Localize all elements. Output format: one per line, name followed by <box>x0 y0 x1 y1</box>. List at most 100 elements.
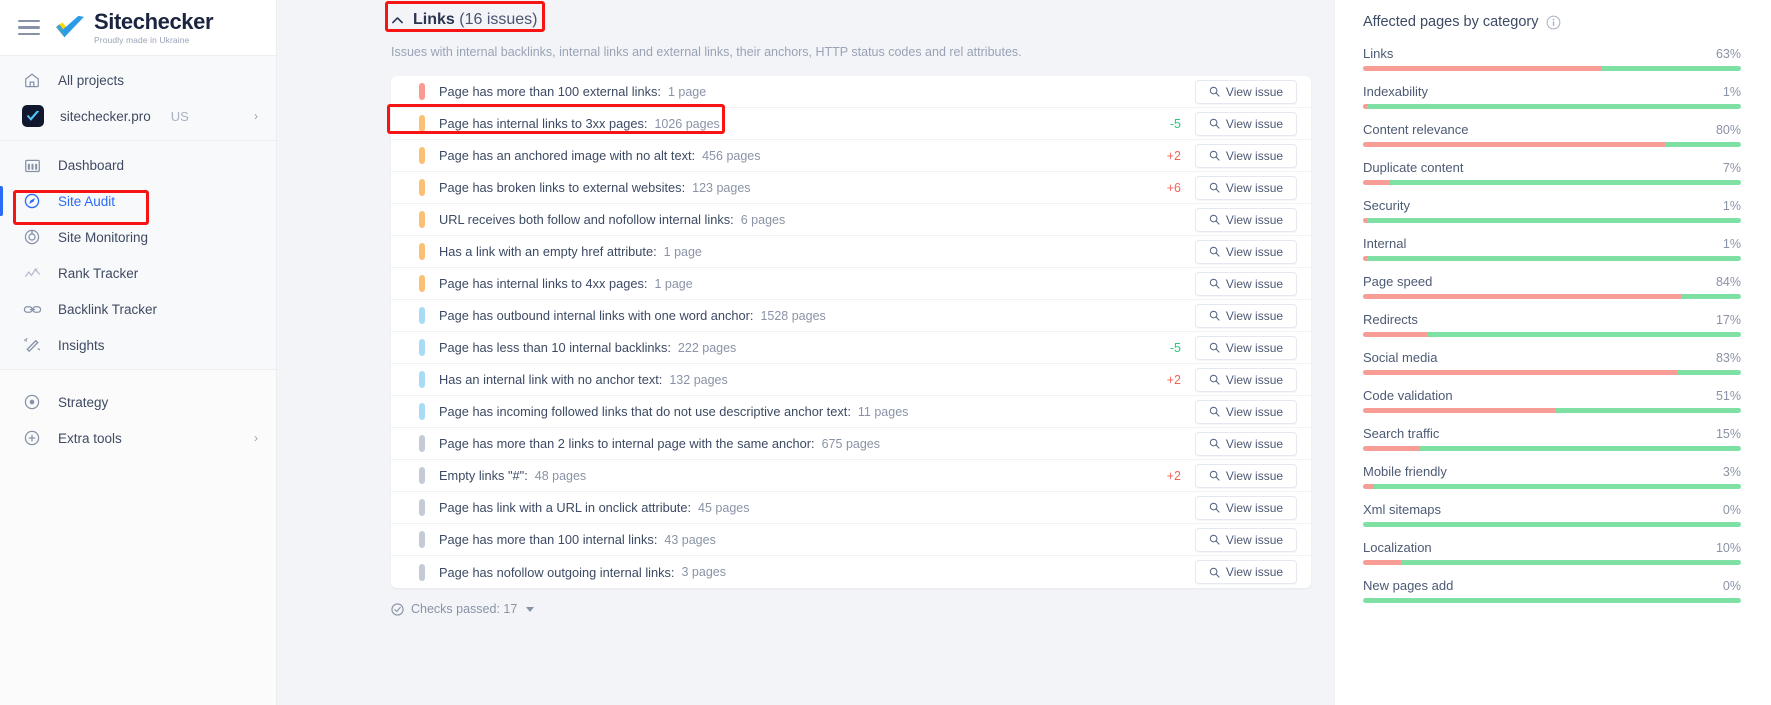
view-issue-button[interactable]: View issue <box>1195 143 1297 168</box>
hamburger-icon[interactable] <box>18 19 40 36</box>
view-issue-button[interactable]: View issue <box>1195 463 1297 488</box>
category-item[interactable]: Page speed 84% <box>1363 274 1741 299</box>
category-header: Code validation 51% <box>1363 388 1741 403</box>
issue-row[interactable]: Page has an anchored image with no alt t… <box>391 140 1311 172</box>
category-item[interactable]: Redirects 17% <box>1363 312 1741 337</box>
category-name: Links <box>1363 46 1394 61</box>
chevron-right-icon[interactable]: › <box>254 109 258 123</box>
view-issue-button[interactable]: View issue <box>1195 111 1297 136</box>
issue-label: Page has internal links to 4xx pages <box>439 276 644 291</box>
sidebar-item-strategy[interactable]: Strategy <box>0 384 276 420</box>
issue-row[interactable]: Empty links "#":48 pages +2 View issue <box>391 460 1311 492</box>
issue-row[interactable]: Page has more than 100 internal links:43… <box>391 524 1311 556</box>
view-issue-button[interactable]: View issue <box>1195 207 1297 232</box>
issue-count: 6 pages <box>740 212 786 227</box>
caret-up-icon[interactable] <box>391 14 404 27</box>
sidebar-item-all-projects[interactable]: All projects <box>0 62 276 98</box>
issue-row[interactable]: Page has nofollow outgoing internal link… <box>391 556 1311 588</box>
category-percent: 10% <box>1715 541 1741 555</box>
severity-indicator-warning <box>419 243 425 260</box>
view-issue-button[interactable]: View issue <box>1195 495 1297 520</box>
category-item[interactable]: Code validation 51% <box>1363 388 1741 413</box>
issue-count: 3 pages <box>681 565 726 579</box>
category-percent: 1% <box>1722 199 1741 213</box>
sidebar-item-insights[interactable]: Insights <box>0 327 276 363</box>
category-item[interactable]: Duplicate content 7% <box>1363 160 1741 185</box>
view-issue-label: View issue <box>1225 404 1284 419</box>
category-bar <box>1363 104 1741 109</box>
category-item[interactable]: Search traffic 15% <box>1363 426 1741 451</box>
category-bar <box>1363 446 1741 451</box>
category-bar-fill <box>1363 560 1401 565</box>
view-issue-label: View issue <box>1225 148 1284 163</box>
sidebar-item-backlink-tracker[interactable]: Backlink Tracker <box>0 291 276 327</box>
issue-row[interactable]: Page has link with a URL in onclick attr… <box>391 492 1311 524</box>
view-issue-button[interactable]: View issue <box>1195 303 1297 328</box>
section-title-text: Links <box>413 11 455 28</box>
category-item[interactable]: New pages add 0% <box>1363 578 1741 603</box>
sidebar-item-site-monitoring[interactable]: Site Monitoring <box>0 219 276 255</box>
category-item[interactable]: Indexability 1% <box>1363 84 1741 109</box>
category-bar <box>1363 294 1741 299</box>
category-item[interactable]: Localization 10% <box>1363 540 1741 565</box>
issue-row[interactable]: Page has more than 2 links to internal p… <box>391 428 1311 460</box>
sidebar-item-site-audit[interactable]: Site Audit <box>0 183 276 219</box>
issue-label: URL receives both follow and nofollow in… <box>439 212 731 227</box>
category-item[interactable]: Security 1% <box>1363 198 1741 223</box>
chevron-right-icon[interactable]: › <box>254 431 258 445</box>
issue-label-colon: : <box>847 404 851 419</box>
view-issue-button[interactable]: View issue <box>1195 560 1297 584</box>
category-name: Redirects <box>1363 312 1418 327</box>
sidebar-item-rank-tracker[interactable]: Rank Tracker <box>0 255 276 291</box>
issue-row[interactable]: Page has broken links to external websit… <box>391 172 1311 204</box>
view-issue-button[interactable]: View issue <box>1195 367 1297 392</box>
sidebar-item-label: Strategy <box>58 394 109 410</box>
search-icon <box>1209 374 1220 385</box>
chevron-down-icon[interactable] <box>526 606 535 612</box>
issue-label: Page has more than 2 links to internal p… <box>439 436 812 451</box>
info-icon[interactable] <box>1546 15 1561 30</box>
issue-row[interactable]: Page has internal links to 3xx pages:102… <box>391 108 1311 140</box>
view-issue-button[interactable]: View issue <box>1195 527 1297 552</box>
sidebar-item-extra-tools[interactable]: Extra tools › <box>0 420 276 456</box>
view-issue-button[interactable]: View issue <box>1195 79 1297 104</box>
category-item[interactable]: Content relevance 80% <box>1363 122 1741 147</box>
issue-row[interactable]: Page has internal links to 4xx pages:1 p… <box>391 268 1311 300</box>
section-header[interactable]: Links (16 issues) <box>391 4 1334 36</box>
checks-passed-label: Checks passed: 17 <box>411 602 518 616</box>
category-item[interactable]: Internal 1% <box>1363 236 1741 261</box>
view-issue-button[interactable]: View issue <box>1195 239 1297 264</box>
issue-row[interactable]: Page has more than 100 external links:1 … <box>391 76 1311 108</box>
search-icon <box>1209 438 1220 449</box>
category-item[interactable]: Social media 83% <box>1363 350 1741 375</box>
view-issue-button[interactable]: View issue <box>1195 271 1297 296</box>
checks-passed[interactable]: Checks passed: 17 <box>391 602 535 616</box>
category-percent: 7% <box>1722 161 1741 175</box>
issue-row[interactable]: Has an internal link with no anchor text… <box>391 364 1311 396</box>
issue-row[interactable]: Has a link with an empty href attribute:… <box>391 236 1311 268</box>
strategy-icon <box>22 392 42 412</box>
search-icon <box>1209 342 1220 353</box>
category-bar <box>1363 332 1741 337</box>
issue-count: 675 pages <box>821 436 880 451</box>
view-issue-button[interactable]: View issue <box>1195 399 1297 424</box>
view-issue-button[interactable]: View issue <box>1195 175 1297 200</box>
sidebar-item-dashboard[interactable]: Dashboard <box>0 147 276 183</box>
issue-row[interactable]: Page has incoming followed links that do… <box>391 396 1311 428</box>
brand-tagline: Proudly made in Ukraine <box>94 34 190 45</box>
brand-name: Sitechecker <box>94 8 214 34</box>
issue-row[interactable]: Page has outbound internal links with on… <box>391 300 1311 332</box>
category-name: Security <box>1363 198 1410 213</box>
category-item[interactable]: Links 63% <box>1363 46 1741 71</box>
view-issue-button[interactable]: View issue <box>1195 335 1297 360</box>
issue-row[interactable]: URL receives both follow and nofollow in… <box>391 204 1311 236</box>
search-icon <box>1209 214 1220 225</box>
issue-row[interactable]: Page has less than 10 internal backlinks… <box>391 332 1311 364</box>
severity-indicator-critical <box>419 83 425 100</box>
sidebar-item-project[interactable]: sitechecker.pro US › <box>0 98 276 134</box>
view-issue-button[interactable]: View issue <box>1195 431 1297 456</box>
issue-label: Page has nofollow outgoing internal link… <box>439 564 671 580</box>
brand-logo[interactable]: Sitechecker Proudly made in Ukraine <box>54 8 214 45</box>
category-item[interactable]: Xml sitemaps 0% <box>1363 502 1741 527</box>
category-item[interactable]: Mobile friendly 3% <box>1363 464 1741 489</box>
